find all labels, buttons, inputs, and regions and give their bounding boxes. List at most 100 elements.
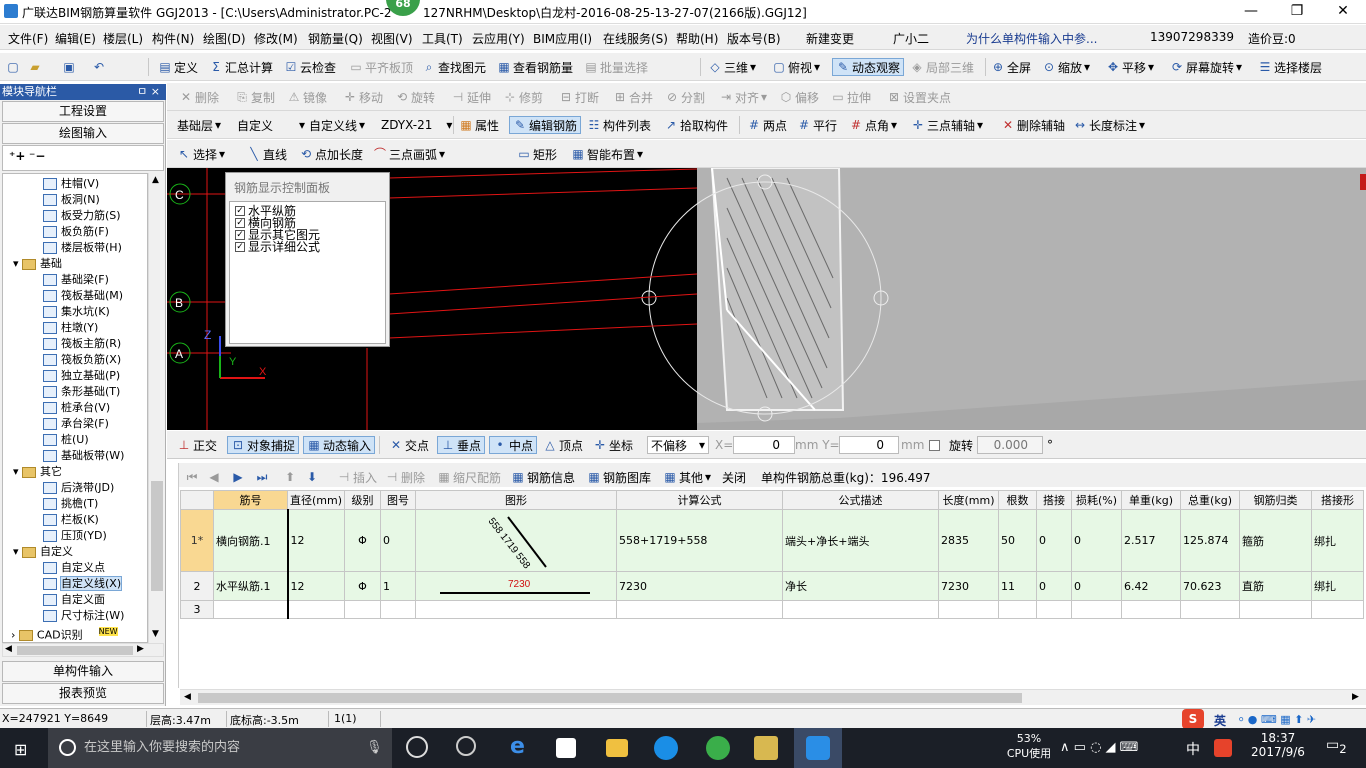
edge-browser-icon[interactable]: e xyxy=(510,736,534,760)
tree-item[interactable]: ▾ 其它 xyxy=(13,464,62,480)
expand-arrow-icon[interactable]: › xyxy=(11,629,19,642)
header-diameter[interactable]: 直径(mm) xyxy=(286,490,346,510)
cell-count[interactable]: 50 xyxy=(998,509,1038,572)
cell-diameter[interactable] xyxy=(286,600,346,619)
find-element-button[interactable]: ⌕ 查找图元 xyxy=(422,58,486,76)
offset-select[interactable]: 不偏移 ▾ xyxy=(647,436,709,454)
table-hscroll[interactable]: ◀ ▶ xyxy=(180,689,1366,705)
tree-vscroll[interactable]: ▲ ▼ xyxy=(148,173,164,643)
header-shape[interactable]: 图形 xyxy=(415,490,618,510)
header-count[interactable]: 根数 xyxy=(998,490,1038,510)
move-up-button[interactable]: ⬆ xyxy=(283,468,297,486)
row-index[interactable]: 2 xyxy=(180,571,214,601)
undo-icon[interactable]: ↶ xyxy=(92,58,106,76)
green-app-icon[interactable] xyxy=(706,736,730,760)
cell-shape[interactable]: 558 1719 558 xyxy=(415,509,618,572)
tree-hscroll[interactable]: ◀ ▶ xyxy=(2,643,164,657)
tree-item[interactable]: 楼层板带(H) xyxy=(43,240,122,256)
cell-formula[interactable]: 7230 xyxy=(616,571,784,601)
length-dim-button[interactable]: ↔ 长度标注 ▾ xyxy=(1073,116,1145,134)
expand-arrow-icon[interactable]: ▾ xyxy=(13,545,22,558)
header-lap[interactable]: 搭接 xyxy=(1036,490,1073,510)
menu-edit[interactable]: 编辑(E) xyxy=(55,30,96,47)
delete-row-button[interactable]: ⊣ 删除 xyxy=(385,468,425,486)
tree-item[interactable]: 尺寸标注(W) xyxy=(43,608,124,624)
cell-formula-desc[interactable]: 净长 xyxy=(782,571,940,601)
header-formula[interactable]: 计算公式 xyxy=(616,490,784,510)
app-spiral-icon[interactable] xyxy=(456,736,476,756)
cloud-check-button[interactable]: ☑ 云检查 xyxy=(284,58,336,76)
header-loss[interactable]: 损耗(%) xyxy=(1071,490,1123,510)
smart-layout-button[interactable]: ▦ 智能布置 ▾ xyxy=(571,145,643,163)
cell-unit-weight[interactable]: 2.517 xyxy=(1121,509,1182,572)
cell-bar-no[interactable]: 横向钢筋.1 xyxy=(213,509,288,572)
header-length[interactable]: 长度(mm) xyxy=(938,490,1000,510)
menu-view[interactable]: 视图(V) xyxy=(371,30,413,47)
extend-button[interactable]: ⊣ 延伸 xyxy=(451,88,491,106)
dynamic-view-button[interactable]: ✎ 动态观察 xyxy=(832,58,905,76)
x-input[interactable]: 0 xyxy=(733,436,795,454)
tree-item[interactable]: 筏板基础(M) xyxy=(43,288,123,304)
start-icon[interactable]: ⊞ xyxy=(14,740,27,759)
tree-item[interactable]: 后浇带(JD) xyxy=(43,480,114,496)
rebar-library-button[interactable]: ▦ 钢筋图库 xyxy=(587,468,651,486)
menu-floor[interactable]: 楼层(L) xyxy=(103,30,143,47)
table-row[interactable]: 3 xyxy=(180,600,1365,619)
pick-component-button[interactable]: ↗ 拾取构件 xyxy=(664,116,728,134)
cell-bar-no[interactable] xyxy=(213,600,288,619)
header-figure-no[interactable]: 图号 xyxy=(380,490,417,510)
header-unit-weight[interactable]: 单重(kg) xyxy=(1121,490,1182,510)
cpu-usage[interactable]: 53% CPU使用 xyxy=(1004,732,1054,761)
cell-lap[interactable]: 0 xyxy=(1036,509,1073,572)
menu-draw[interactable]: 绘图(D) xyxy=(203,30,246,47)
dynamic-input-toggle[interactable]: ▦ 动态输入 xyxy=(303,436,376,454)
menu-assistant[interactable]: 广小二 xyxy=(893,30,929,47)
rotate-checkbox[interactable] xyxy=(929,436,940,454)
tree-item[interactable]: ▾ 自定义 xyxy=(13,544,73,560)
cell-unit-weight[interactable] xyxy=(1121,600,1182,619)
component-name-select[interactable]: ZDYX-21 ▾ xyxy=(381,116,452,134)
prev-record-button[interactable]: ◀ xyxy=(207,468,221,486)
screen-rotate-button[interactable]: ⟳ 屏幕旋转 ▾ xyxy=(1170,58,1242,76)
select-tool-button[interactable]: ↖ 选择 ▾ xyxy=(177,145,225,163)
component-list-button[interactable]: ☷ 构件列表 xyxy=(587,116,651,134)
header-total-weight[interactable]: 总重(kg) xyxy=(1180,490,1241,510)
single-component-input-button[interactable]: 单构件输入 xyxy=(2,661,164,682)
snap-perpendicular[interactable]: ⊥ 垂点 xyxy=(437,436,486,454)
edit-rebar-button[interactable]: ✎ 编辑钢筋 xyxy=(509,116,582,134)
menu-file[interactable]: 文件(F) xyxy=(8,30,48,47)
view-rebar-qty-button[interactable]: ▦ 查看钢筋量 xyxy=(497,58,573,76)
other-button[interactable]: ▦ 其他 ▾ xyxy=(663,468,711,486)
checkbox-transverse-rebar[interactable]: ✓ xyxy=(235,218,245,228)
maximize-button[interactable]: ❐ xyxy=(1274,0,1320,24)
cell-length[interactable]: 2835 xyxy=(938,509,1000,572)
type-select[interactable]: 自定义 ▾ xyxy=(237,116,305,134)
point-length-button[interactable]: ⟲ 点加长度 xyxy=(299,145,363,163)
menu-online[interactable]: 在线服务(S) xyxy=(603,30,668,47)
ime-sogou-icon[interactable]: S xyxy=(1182,709,1204,729)
stretch-button[interactable]: ▭ 拉伸 xyxy=(831,88,871,106)
split-button[interactable]: ⊘ 分割 xyxy=(665,88,705,106)
cell-lap[interactable] xyxy=(1036,600,1073,619)
glodon-app-icon[interactable] xyxy=(654,736,678,760)
mirror-button[interactable]: ⚠ 镜像 xyxy=(287,88,327,106)
store-icon[interactable] xyxy=(556,738,576,758)
insert-row-button[interactable]: ⊣ 插入 xyxy=(337,468,377,486)
cell-figure-no[interactable]: 1 xyxy=(380,571,417,601)
expand-all-icon[interactable]: ⁺+ xyxy=(9,149,25,163)
expand-arrow-icon[interactable]: ▾ xyxy=(13,257,22,270)
cell-formula[interactable] xyxy=(616,600,784,619)
rotate-input[interactable]: 0.000 xyxy=(977,436,1043,454)
floor-select[interactable]: 基础层 ▾ xyxy=(177,116,221,134)
tree-item[interactable]: 压顶(YD) xyxy=(43,528,107,544)
next-record-button[interactable]: ▶ xyxy=(231,468,245,486)
row-index[interactable]: 3 xyxy=(180,600,214,619)
set-grip-button[interactable]: ⊠ 设置夹点 xyxy=(887,88,951,106)
checkbox-show-other-elements[interactable]: ✓ xyxy=(235,230,245,240)
three-point-arc-button[interactable]: ⌒ 三点画弧 ▾ xyxy=(373,145,445,163)
cell-bar-no[interactable]: 水平纵筋.1 xyxy=(213,571,288,601)
tree-item[interactable]: 筏板主筋(R) xyxy=(43,336,121,352)
menu-new-change[interactable]: 新建变更 xyxy=(806,30,854,47)
tree-item[interactable]: 自定义面 xyxy=(43,592,105,608)
ime-tools-icon[interactable]: ⸰ ● ⌨ ▦ ⬆ ✈ xyxy=(1238,712,1316,727)
